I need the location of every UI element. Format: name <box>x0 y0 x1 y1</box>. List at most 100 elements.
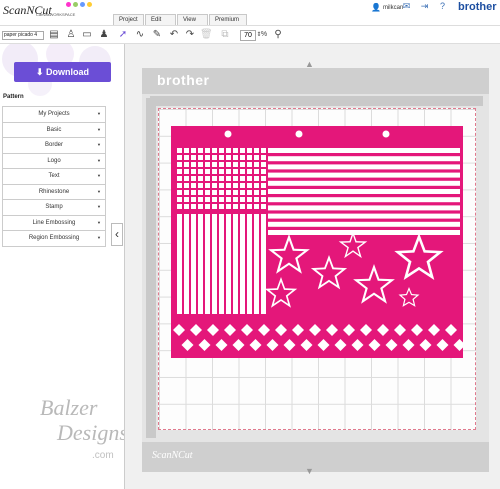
user-account[interactable]: 👤 milkcan <box>371 3 403 12</box>
grid-square <box>191 204 196 209</box>
watermark-line-1: Balzer <box>40 395 98 420</box>
logout-icon[interactable]: ⇥ <box>420 2 429 11</box>
zoom-unit: % <box>260 31 268 38</box>
horizontal-stripe <box>268 164 460 170</box>
grid-square <box>212 204 217 209</box>
redo-icon[interactable]: ↷ <box>184 29 196 41</box>
grid-square <box>261 190 266 195</box>
grid-square <box>184 169 189 174</box>
menu-tabs: Project Edit View Premium <box>113 14 248 25</box>
horizontal-stripe <box>268 205 460 211</box>
tab-premium[interactable]: Premium <box>209 14 247 25</box>
category-my-projects[interactable]: My Projects ▼ <box>2 107 106 123</box>
chevron-down-icon: ▼ <box>97 126 101 132</box>
stamp-icon[interactable]: ♟ <box>98 29 110 41</box>
watermark-line-2: Designs <box>57 420 128 445</box>
grid-square <box>198 190 203 195</box>
project-name-field[interactable]: paper picado 4 <box>2 31 44 40</box>
character-icon[interactable]: ♙ <box>65 29 77 41</box>
grid-square <box>177 155 182 160</box>
grid-square <box>205 190 210 195</box>
save-icon[interactable]: ▭ <box>81 29 93 41</box>
category-label: Logo <box>47 157 61 164</box>
grid-square <box>184 176 189 181</box>
vertical-stripe <box>233 214 238 314</box>
vertical-stripe <box>219 214 224 314</box>
grid-square <box>247 183 252 188</box>
undo-icon[interactable]: ↶ <box>168 29 180 41</box>
chevron-down-icon: ▼ <box>97 219 101 225</box>
paper-picado-design[interactable] <box>171 126 463 358</box>
grid-square <box>198 176 203 181</box>
category-line-embossing[interactable]: Line Embossing ▼ <box>2 215 106 231</box>
ruler-left <box>146 98 156 438</box>
grid-square <box>226 148 231 153</box>
grid-square <box>247 162 252 167</box>
grid-square <box>177 197 182 202</box>
message-icon[interactable]: ✉ <box>402 2 411 11</box>
category-label: My Projects <box>38 111 70 117</box>
grid-square <box>205 169 210 174</box>
grid-square <box>205 148 210 153</box>
grid-square <box>261 176 266 181</box>
vertical-stripe <box>205 214 210 314</box>
grid-square <box>212 169 217 174</box>
tab-view[interactable]: View <box>177 14 208 25</box>
category-region-embossing[interactable]: Region Embossing ▼ <box>2 231 106 247</box>
zoom-input[interactable]: 70 <box>240 30 256 41</box>
collapse-panel-button[interactable]: ‹ <box>111 223 123 246</box>
grid-square <box>205 155 210 160</box>
chevron-down-icon: ▼ <box>97 111 101 116</box>
download-button[interactable]: ⬇ Download <box>14 62 111 82</box>
grid-square <box>198 148 203 153</box>
grid-square <box>184 204 189 209</box>
grid-square <box>247 155 252 160</box>
horizontal-stripe <box>268 213 460 219</box>
grid-square <box>233 183 238 188</box>
zoom-search-icon[interactable]: ⚲ <box>272 29 284 41</box>
category-label: Basic <box>46 126 62 133</box>
grid-square <box>198 197 203 202</box>
select-pointer-icon[interactable]: ➚ <box>117 29 129 41</box>
tab-edit[interactable]: Edit <box>145 14 176 25</box>
new-project-icon[interactable]: ▤ <box>48 29 60 41</box>
horizontal-stripe <box>268 197 460 203</box>
grid-square <box>261 183 266 188</box>
grid-square <box>261 148 266 153</box>
grid-square <box>254 176 259 181</box>
scroll-down-icon[interactable]: ▼ <box>305 466 314 476</box>
grid-square <box>247 204 252 209</box>
pattern-heading: Pattern <box>3 94 24 100</box>
download-icon: ⬇ <box>35 67 47 77</box>
category-stamp[interactable]: Stamp ▼ <box>2 200 106 216</box>
grid-square <box>254 169 259 174</box>
app-root: ScanNCut CanvasWORKSPACE Project Edit Vi… <box>0 0 500 489</box>
grid-square <box>177 169 182 174</box>
category-basic[interactable]: Basic ▼ <box>2 122 106 138</box>
grid-square <box>219 148 224 153</box>
delete-icon[interactable]: 🗑 <box>200 29 213 41</box>
category-logo[interactable]: Logo ▼ <box>2 153 106 169</box>
category-rhinestone[interactable]: Rhinestone ▼ <box>2 184 106 200</box>
grid-square <box>212 162 217 167</box>
grid-square <box>177 148 182 153</box>
grid-square <box>240 162 245 167</box>
grid-square <box>191 190 196 195</box>
copy-icon[interactable]: ⧉ <box>219 29 231 41</box>
mat-brand-bottom: ScanNCut <box>152 450 193 461</box>
grid-square <box>184 162 189 167</box>
grid-square <box>261 169 266 174</box>
pattern-category-list: My Projects ▼ Basic ▼ Border ▼ Logo ▼ Text ▼ … <box>2 106 106 247</box>
grid-square <box>212 148 217 153</box>
grid-square <box>184 190 189 195</box>
grid-square <box>233 197 238 202</box>
tab-project[interactable]: Project <box>113 14 144 25</box>
grid-square <box>254 204 259 209</box>
category-text[interactable]: Text ▼ <box>2 169 106 185</box>
help-icon[interactable]: ? <box>438 2 447 11</box>
category-border[interactable]: Border ▼ <box>2 138 106 154</box>
line-tool-icon[interactable]: ∿ <box>134 29 146 41</box>
horizontal-stripe <box>268 148 460 153</box>
pen-tool-icon[interactable]: ✎ <box>151 29 163 41</box>
grid-square <box>212 183 217 188</box>
